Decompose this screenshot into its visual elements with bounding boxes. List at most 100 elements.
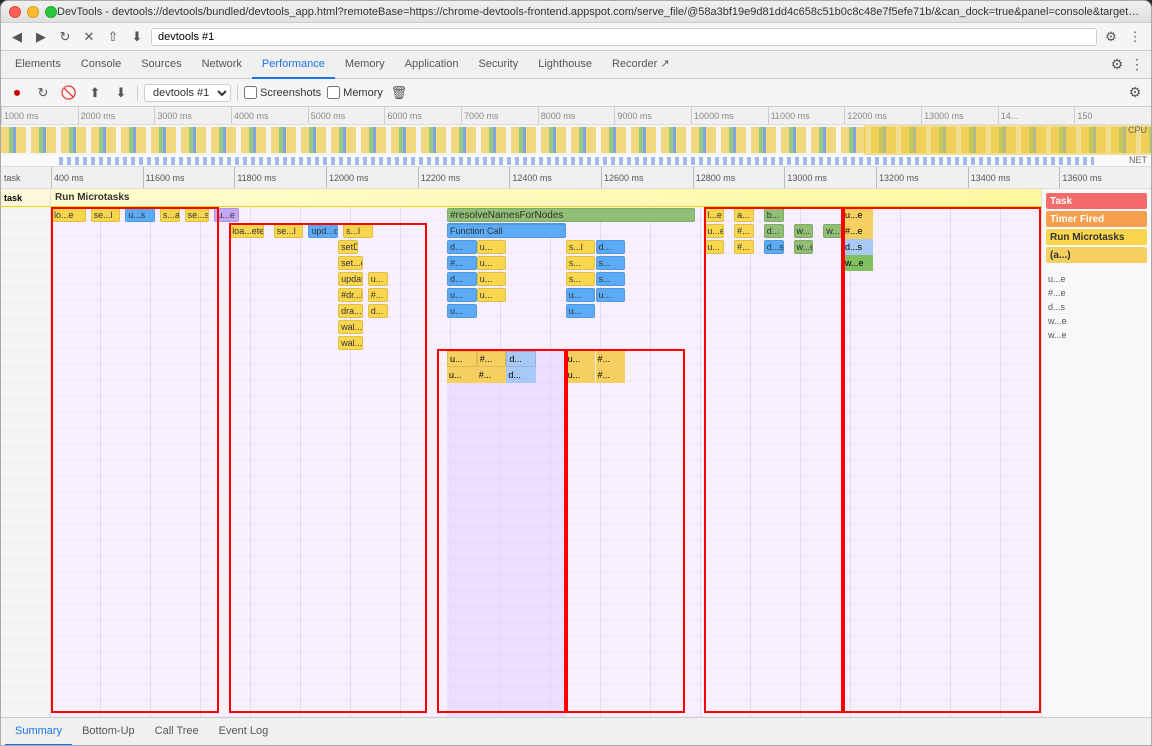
flame-chart-content[interactable]: Run Microtasks lo...e se...l u...s s...a… — [51, 189, 1041, 717]
flame-block-fc[interactable]: Function Call — [447, 224, 566, 238]
flame-block[interactable]: u... — [566, 304, 596, 318]
mid-block[interactable]: #... — [596, 351, 626, 367]
flame-block[interactable]: w... — [794, 224, 814, 238]
flame-block[interactable]: set...ols — [338, 256, 363, 270]
tab-bottom-up[interactable]: Bottom-Up — [72, 718, 145, 746]
flame-block[interactable]: lo...e — [51, 208, 86, 222]
flame-block[interactable]: se...s — [185, 208, 210, 222]
flame-block[interactable]: dra...ies — [338, 304, 363, 318]
tab-application[interactable]: Application — [395, 51, 469, 79]
flame-block[interactable]: s... — [596, 272, 626, 286]
flame-block[interactable]: u... — [477, 240, 507, 254]
flame-block[interactable]: u... — [447, 304, 477, 318]
tab-performance[interactable]: Performance — [252, 51, 335, 79]
reload-button[interactable]: ↻ — [55, 27, 75, 47]
flame-block[interactable]: d... — [447, 272, 477, 286]
maximize-button[interactable] — [45, 6, 57, 18]
tab-elements[interactable]: Elements — [5, 51, 71, 79]
flame-block[interactable]: u... — [596, 288, 626, 302]
memory-checkbox[interactable] — [327, 86, 340, 99]
flame-block[interactable]: se...l — [91, 208, 121, 222]
home-button[interactable]: ⇧ — [103, 27, 123, 47]
flame-block[interactable]: #... — [368, 288, 388, 302]
flame-block[interactable]: d... — [368, 304, 388, 318]
tab-console[interactable]: Console — [71, 51, 131, 79]
tab-memory[interactable]: Memory — [335, 51, 395, 79]
flame-block[interactable]: u...e — [214, 208, 239, 222]
address-bar[interactable] — [151, 28, 1097, 46]
forward-button[interactable]: ▶ — [31, 27, 51, 47]
record-button[interactable]: ⏺ — [7, 83, 27, 103]
flame-block[interactable]: a... — [734, 208, 754, 222]
flame-block[interactable]: s...l — [566, 240, 596, 254]
screenshots-checkbox[interactable] — [244, 86, 257, 99]
tab-call-tree[interactable]: Call Tree — [145, 718, 209, 746]
flame-block[interactable]: s... — [566, 256, 596, 270]
perf-settings-icon[interactable]: ⚙ — [1125, 83, 1145, 103]
stop-button[interactable]: ✕ — [79, 27, 99, 47]
flame-block[interactable]: d... — [596, 240, 626, 254]
flame-block[interactable]: #dr...ine — [338, 288, 363, 302]
flame-block[interactable]: u... — [447, 288, 477, 302]
tab-lighthouse[interactable]: Lighthouse — [528, 51, 602, 79]
close-button[interactable] — [9, 6, 21, 18]
flame-block[interactable]: loa...ete — [229, 224, 264, 238]
flame-block[interactable]: s... — [566, 272, 596, 286]
mid-block[interactable]: u... — [566, 351, 596, 367]
mid-block[interactable]: #... — [477, 351, 507, 367]
right-block[interactable]: #...e — [843, 223, 873, 239]
tab-sources[interactable]: Sources — [131, 51, 191, 79]
flame-block[interactable]: w...e — [794, 240, 814, 254]
flame-block[interactable]: #... — [447, 256, 477, 270]
flame-block[interactable]: upd...ols — [308, 224, 338, 238]
flame-block[interactable]: u... — [368, 272, 388, 286]
trash-button[interactable]: 🗑 — [389, 83, 409, 103]
flame-block[interactable]: l...e — [704, 208, 724, 222]
mid-block[interactable]: d... — [506, 351, 536, 367]
tab-recorder[interactable]: Recorder ↗ — [602, 51, 680, 79]
tab-summary[interactable]: Summary — [5, 718, 72, 746]
flame-block[interactable]: s... — [596, 256, 626, 270]
flame-block[interactable]: wal...ree — [338, 320, 363, 334]
flame-block[interactable]: w... — [823, 224, 843, 238]
flame-block[interactable]: u... — [704, 240, 724, 254]
flame-block[interactable]: b... — [764, 208, 784, 222]
mid-block[interactable]: #... — [477, 367, 507, 383]
flame-block[interactable]: u... — [477, 256, 507, 270]
flame-block[interactable]: #... — [734, 240, 754, 254]
flame-block[interactable]: u...s — [125, 208, 155, 222]
net-track[interactable]: NET — [1, 155, 1151, 167]
tab-event-log[interactable]: Event Log — [209, 718, 279, 746]
flame-block[interactable]: u... — [477, 272, 507, 286]
flame-block[interactable]: wal...ode — [338, 336, 363, 350]
right-block[interactable]: u...e — [843, 207, 873, 223]
flame-block[interactable]: #... — [734, 224, 754, 238]
target-select[interactable]: devtools #1 — [144, 84, 231, 102]
tab-security[interactable]: Security — [468, 51, 528, 79]
flame-block[interactable]: d... — [764, 224, 784, 238]
devtools-settings-icon[interactable]: ⚙ — [1107, 55, 1127, 75]
timeline-overview[interactable]: 1000 ms 2000 ms 3000 ms 4000 ms 5000 ms … — [1, 107, 1151, 167]
reload-record-button[interactable]: ↻ — [33, 83, 53, 103]
flame-block[interactable]: u...e — [704, 224, 724, 238]
mid-block[interactable]: u... — [447, 367, 477, 383]
more-icon[interactable]: ⋮ — [1125, 27, 1145, 47]
flame-block[interactable]: u... — [566, 288, 596, 302]
mid-block[interactable]: u... — [566, 367, 596, 383]
mid-block[interactable]: d... — [506, 367, 536, 383]
flame-block[interactable]: s...a — [160, 208, 180, 222]
download-record-button[interactable]: ⬇ — [111, 83, 131, 103]
mid-block[interactable]: #... — [596, 367, 626, 383]
flame-block-resolve[interactable]: #resolveNamesForNodes — [447, 208, 695, 222]
flame-block[interactable]: d...s — [764, 240, 784, 254]
flame-block[interactable]: d... — [447, 240, 477, 254]
flame-block[interactable]: update — [338, 272, 363, 286]
mid-block[interactable]: u... — [447, 351, 477, 367]
tab-network[interactable]: Network — [192, 51, 252, 79]
clear-button[interactable]: 🚫 — [59, 83, 79, 103]
right-block[interactable]: w...e — [843, 255, 873, 271]
right-block[interactable]: d...s — [843, 239, 873, 255]
cpu-track[interactable]: CPU — [1, 125, 1151, 155]
flame-block[interactable]: u... — [477, 288, 507, 302]
flame-block[interactable]: setData — [338, 240, 358, 254]
